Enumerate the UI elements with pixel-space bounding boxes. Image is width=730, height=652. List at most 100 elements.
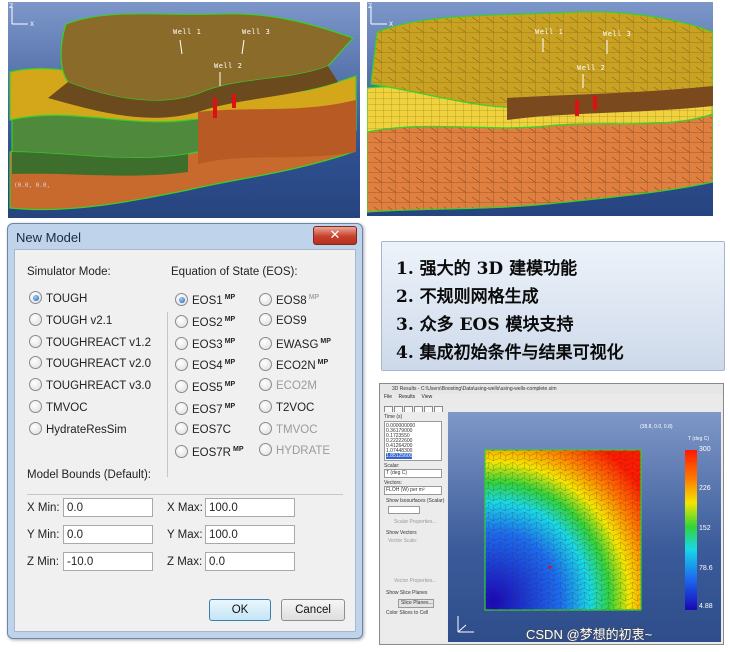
radio-eos7r[interactable]: EOS7R MP [175, 443, 244, 459]
feature-item: 1. 强大的 3D 建模功能 [396, 259, 578, 279]
new-model-dialog: New Model ✕ Simulator Mode: TOUGH TOUGH … [7, 223, 363, 639]
radio-eco2n[interactable]: ECO2N MP [259, 356, 328, 372]
ok-button[interactable]: OK [209, 599, 271, 621]
radio-simulator-toughreact-v3-0[interactable]: TOUGHREACT v3.0 [29, 378, 151, 392]
cancel-button[interactable]: Cancel [281, 599, 345, 621]
radio-eos8[interactable]: EOS8 MP [259, 291, 319, 307]
colorbar-tick: 78.6 [699, 565, 713, 572]
show-isosurfaces-checkbox[interactable]: Show Isosurfaces (Scalar) [386, 498, 444, 504]
radio-eos7c[interactable]: EOS7C [175, 422, 231, 436]
radio-icon [259, 443, 272, 456]
z-min-field[interactable]: -10.0 [63, 552, 153, 571]
radio-icon [29, 378, 42, 391]
svg-text:X: X [389, 21, 393, 28]
x-max-label: X Max: [167, 502, 203, 514]
scalar-select[interactable]: T (deg C) [384, 469, 442, 478]
results-menu-bar: File Results View [380, 394, 723, 401]
well-label: Well 2 [577, 64, 606, 72]
option-label: EOS4 [192, 360, 223, 372]
y-min-field[interactable]: 0.0 [63, 525, 153, 544]
option-label: ECO2N [276, 360, 316, 372]
radio-icon [175, 402, 188, 415]
isosurface-value-input[interactable] [388, 506, 420, 514]
show-vectors-checkbox[interactable]: Show Vectors [386, 530, 417, 536]
option-label: TMVOC [276, 424, 318, 436]
radio-eos9[interactable]: EOS9 [259, 313, 307, 327]
radio-simulator-toughreact-v1-2[interactable]: TOUGHREACT v1.2 [29, 335, 151, 349]
mp-badge: MP [224, 403, 236, 410]
radio-simulator-tmvoc[interactable]: TMVOC [29, 400, 88, 414]
feature-list-box: 1. 强大的 3D 建模功能 2. 不规则网格生成 3. 众多 EOS 模块支持… [381, 241, 725, 371]
radio-icon [175, 337, 188, 350]
results-toolbar [384, 402, 444, 415]
time-list[interactable]: 0.000000000 0.36179000 0.1723550 0.22222… [384, 421, 442, 461]
z-max-field[interactable]: 0.0 [205, 552, 295, 571]
radio-eos4[interactable]: EOS4 MP [175, 356, 236, 372]
option-label: EOS7C [192, 424, 231, 436]
radio-icon [29, 400, 42, 413]
radio-simulator-tough-v2-1[interactable]: TOUGH v2.1 [29, 313, 112, 327]
vectors-select[interactable]: FLOH (W) per m² [384, 486, 442, 495]
color-slices-checkbox[interactable]: Color Slices to Cell [386, 610, 428, 616]
y-max-field[interactable]: 100.0 [205, 525, 295, 544]
radio-icon [175, 315, 188, 328]
well-label: Well 3 [242, 28, 271, 36]
menu-view[interactable]: View [422, 394, 433, 400]
svg-text:X: X [30, 21, 34, 28]
radio-eos3[interactable]: EOS3 MP [175, 335, 236, 351]
x-max-field[interactable]: 100.0 [205, 498, 295, 517]
option-label: TOUGH v2.1 [46, 315, 113, 327]
radio-eos1[interactable]: EOS1 MP [175, 291, 235, 307]
menu-results[interactable]: Results [398, 394, 415, 400]
radio-icon [259, 422, 272, 435]
radio-icon [259, 293, 272, 306]
option-label: EWASG [276, 339, 319, 351]
feature-item: 2. 不规则网格生成 [396, 287, 539, 307]
mp-badge: MP [224, 381, 236, 388]
results-3d-viewport[interactable]: (38.8, 0.0, 0.8) T (deg C) 300 226 152 7… [448, 412, 721, 642]
option-label: TOUGH [46, 293, 88, 305]
radio-eco2m: ECO2M [259, 378, 317, 392]
list-item-selected[interactable]: 1.85125600 [386, 453, 413, 459]
radio-ewasg[interactable]: EWASG MP [259, 335, 331, 351]
axes-triad-icon: Z X [368, 3, 393, 28]
radio-eos2[interactable]: EOS2 MP [175, 313, 235, 329]
svg-text:Z: Z [9, 3, 13, 10]
scalar-value: T (deg C) [386, 470, 408, 476]
radio-t2voc[interactable]: T2VOC [259, 400, 314, 414]
y-min-label: Y Min: [27, 529, 60, 541]
option-label: EOS8 [276, 295, 307, 307]
scalar-properties-button[interactable]: Scalar Properties... [394, 519, 437, 525]
show-slice-planes-checkbox[interactable]: Show Slice Planes [386, 590, 427, 596]
radio-simulator-tough[interactable]: TOUGH [29, 291, 87, 305]
mp-badge: MP [224, 338, 236, 345]
radio-icon [29, 313, 42, 326]
option-label: EOS3 [192, 339, 223, 351]
menu-file[interactable]: File [384, 394, 392, 400]
option-label: EOS9 [276, 315, 307, 327]
radio-simulator-hydrateressim[interactable]: HydrateResSim [29, 422, 127, 436]
section-divider [27, 494, 343, 495]
eos-label: Equation of State (EOS): [171, 266, 298, 278]
radio-icon [175, 422, 188, 435]
close-button[interactable]: ✕ [313, 226, 357, 245]
radio-eos5[interactable]: EOS5 MP [175, 378, 236, 394]
geology-3d-view-mesh[interactable]: Well 1 Well 3 Well 2 Z X [367, 2, 713, 216]
results-side-panel: Time (s) 0.000000000 0.36179000 0.172355… [382, 412, 446, 642]
radio-icon [175, 445, 188, 458]
slice-planes-button[interactable]: Slice Planes... [398, 599, 434, 608]
vector-properties-button[interactable]: Vector Properties... [394, 578, 437, 584]
simulator-mode-label: Simulator Mode: [27, 266, 111, 278]
radio-eos7[interactable]: EOS7 MP [175, 400, 236, 416]
watermark: CSDN @梦想的初衷~ [526, 627, 653, 642]
radio-simulator-toughreact-v2-0[interactable]: TOUGHREACT v2.0 [29, 356, 151, 370]
radio-icon [259, 400, 272, 413]
z-min-label: Z Min: [27, 556, 59, 568]
geology-3d-view-layers[interactable]: Well 1 Well 3 Well 2 (0.0, 0.0, Z X [8, 2, 360, 218]
x-min-field[interactable]: 0.0 [63, 498, 153, 517]
option-label: TOUGHREACT v3.0 [46, 380, 152, 392]
mp-badge: MP [224, 359, 236, 366]
y-max-label: Y Max: [167, 529, 203, 541]
radio-icon [29, 422, 42, 435]
axes-triad-icon: Z X [9, 3, 34, 28]
